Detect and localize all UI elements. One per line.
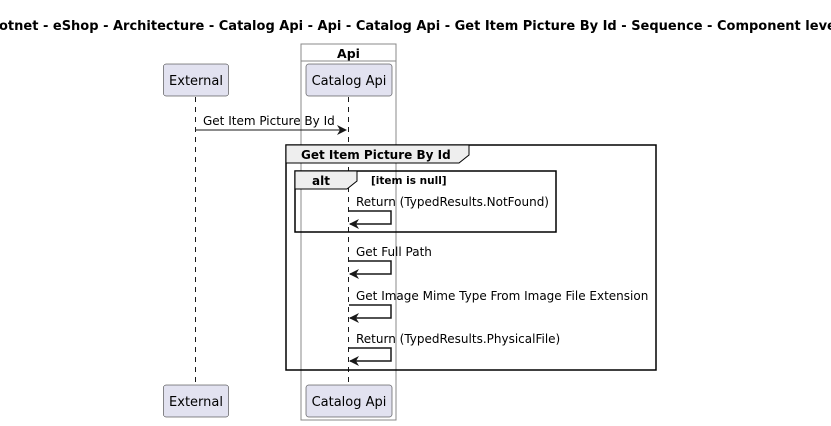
participant-catalog-api-top[interactable]: Catalog Api — [305, 63, 393, 97]
participant-catalog-api-top-label: Catalog Api — [312, 74, 387, 89]
message-get-item-picture-by-id: Get Item Picture By Id — [196, 114, 347, 135]
sequence-diagram: dotnet - eShop - Architecture - Catalog … — [0, 19, 831, 421]
participant-catalog-api-bottom[interactable]: Catalog Api — [305, 384, 393, 418]
participant-external-bottom[interactable]: External — [163, 384, 229, 418]
message-label: Get Item Picture By Id — [203, 114, 335, 128]
self-message-get-image-mime-type: Get Image Mime Type From Image File Exte… — [349, 289, 648, 323]
self-message-return-not-found: Return (TypedResults.NotFound) — [349, 195, 549, 229]
participant-external-bottom-label: External — [169, 395, 223, 410]
alt-guard-label: [item is null] — [371, 175, 447, 187]
message-label: Return (TypedResults.NotFound) — [356, 195, 549, 209]
participant-catalog-api-bottom-label: Catalog Api — [312, 395, 387, 410]
message-label: Get Full Path — [356, 245, 432, 259]
participant-external-top[interactable]: External — [163, 63, 229, 97]
self-message-get-full-path: Get Full Path — [349, 245, 432, 279]
alt-frame-label: alt — [312, 174, 330, 188]
self-message-return-physical-file: Return (TypedResults.PhysicalFile) — [349, 332, 560, 366]
group-frame-label: Get Item Picture By Id — [301, 148, 451, 162]
message-label: Return (TypedResults.PhysicalFile) — [356, 332, 560, 346]
api-box-label: Api — [337, 46, 360, 61]
participant-external-top-label: External — [169, 74, 223, 89]
message-label: Get Image Mime Type From Image File Exte… — [356, 289, 648, 303]
diagram-title: dotnet - eShop - Architecture - Catalog … — [0, 19, 831, 34]
